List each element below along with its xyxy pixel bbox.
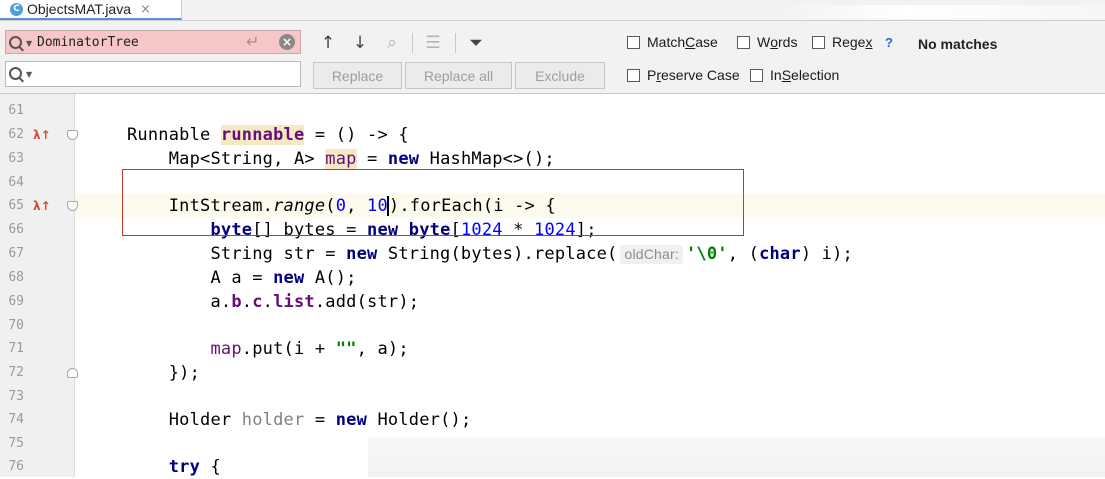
new-line-icon[interactable]: ↵ <box>246 32 259 51</box>
tab-title: ObjectsMAT.java <box>27 1 131 17</box>
clear-search-icon[interactable]: × <box>279 34 295 50</box>
line-number: 73 <box>8 389 24 404</box>
code-line[interactable]: 61 <box>0 99 1105 123</box>
exclude-button[interactable]: Exclude <box>515 62 605 89</box>
in-selection-checkbox[interactable] <box>750 68 763 82</box>
close-icon[interactable]: × <box>140 2 151 17</box>
annotation-highlight-box <box>122 169 744 236</box>
search-input[interactable] <box>37 33 237 51</box>
code-editor[interactable]: 61 62 λ↑ Runnable runnable = () -> { 63 … <box>0 94 1105 477</box>
line-number: 75 <box>8 436 24 451</box>
regex-help-icon[interactable]: ? <box>885 35 893 50</box>
line-number: 68 <box>8 270 24 285</box>
line-number: 76 <box>8 459 24 474</box>
code-line[interactable]: 71 map.put(i + "", a); <box>0 337 1105 361</box>
code-line[interactable]: 70 <box>0 314 1105 338</box>
blurred-watermark <box>775 5 1105 19</box>
code-line[interactable]: 62 λ↑ Runnable runnable = () -> { <box>0 123 1105 147</box>
java-class-icon: C <box>10 2 23 16</box>
chevron-down-icon: ▼ <box>26 38 33 48</box>
line-number: 64 <box>8 175 24 190</box>
editor-tab-bar: C ObjectsMAT.java × <box>0 0 1105 21</box>
code-text: }); <box>127 363 201 383</box>
search-status: No matches <box>918 36 998 52</box>
lambda-override-icon[interactable]: λ↑ <box>33 199 51 213</box>
words-option[interactable]: Wo rds <box>737 34 797 50</box>
preserve-case-option[interactable]: Pr eserve Case <box>627 67 740 83</box>
line-number: 70 <box>8 318 24 333</box>
line-number: 69 <box>8 294 24 309</box>
replace-history-icon[interactable]: ▼ <box>9 65 35 81</box>
line-number: 72 <box>8 365 24 380</box>
search-history-icon[interactable]: ▼ <box>9 34 35 50</box>
regex-option[interactable]: Rege x <box>812 34 872 50</box>
lambda-override-icon[interactable]: λ↑ <box>33 128 51 142</box>
find-replace-panel: ▼ ↵ × ▼ ↑ ↓ ⌕ ☰ ⏷ Replace Replace all Ex… <box>0 21 1105 94</box>
fold-end-icon[interactable] <box>67 368 78 378</box>
find-all-icon[interactable]: ⌕ <box>381 32 403 54</box>
replace-button[interactable]: Replace <box>313 62 402 89</box>
code-text: Runnable runnable = () -> { <box>127 125 409 145</box>
line-number: 65 <box>8 198 24 213</box>
line-number: 67 <box>8 246 24 261</box>
code-line[interactable]: 68 A a = new A(); <box>0 266 1105 290</box>
replace-input[interactable] <box>37 65 287 83</box>
code-line[interactable]: 72 }); <box>0 361 1105 385</box>
code-text: map.put(i + "", a); <box>210 339 409 359</box>
code-line[interactable]: 69 a.b.c.list.add(str); <box>0 290 1105 314</box>
filter-icon[interactable]: ⏷ <box>465 32 487 54</box>
select-all-occurrences-icon[interactable]: ☰ <box>422 32 444 54</box>
line-number: 61 <box>8 103 24 118</box>
line-number: 63 <box>8 151 24 166</box>
code-text: String str = new String(bytes).replace(o… <box>127 244 853 264</box>
fold-icon[interactable] <box>67 201 78 211</box>
fold-icon[interactable] <box>67 130 78 140</box>
in-selection-option[interactable]: In Selection <box>750 67 839 83</box>
code-line[interactable]: 74 Holder holder = new Holder(); <box>0 408 1105 432</box>
next-occurrence-icon[interactable]: ↓ <box>349 32 371 54</box>
line-number: 71 <box>8 341 24 356</box>
search-field[interactable]: ▼ ↵ × <box>5 30 301 54</box>
words-checkbox[interactable] <box>737 35 750 49</box>
preserve-case-checkbox[interactable] <box>627 68 640 82</box>
chevron-down-icon: ▼ <box>26 69 33 79</box>
magnifier-icon <box>9 35 22 49</box>
magnifier-icon <box>9 66 22 80</box>
match-case-option[interactable]: Match Case <box>627 34 718 50</box>
replace-all-button[interactable]: Replace all <box>405 62 512 89</box>
code-text: Holder holder = new Holder(); <box>127 410 472 430</box>
regex-checkbox[interactable] <box>812 35 825 49</box>
blurred-region <box>368 437 1105 477</box>
match-case-checkbox[interactable] <box>627 35 640 49</box>
line-number: 66 <box>8 222 24 237</box>
line-number: 74 <box>8 412 24 427</box>
parameter-hint: oldChar: <box>620 245 683 264</box>
code-text: try { <box>168 457 221 477</box>
tab-objectsmat-java[interactable]: C ObjectsMAT.java × <box>0 0 182 20</box>
code-text: a.b.c.list.add(str); <box>127 292 420 312</box>
line-number: 62 <box>8 127 24 142</box>
code-line[interactable]: 67 String str = new String(bytes).replac… <box>0 242 1105 266</box>
toolbar-divider <box>455 33 456 53</box>
replace-field[interactable]: ▼ <box>5 61 301 87</box>
code-text: Map<String, A> map = new HashMap<>(); <box>127 149 555 169</box>
code-text: A a = new A(); <box>127 268 357 288</box>
previous-occurrence-icon[interactable]: ↑ <box>317 32 339 54</box>
code-line[interactable]: 73 <box>0 385 1105 409</box>
toolbar-divider <box>412 33 413 53</box>
code-line[interactable]: 63 Map<String, A> map = new HashMap<>(); <box>0 147 1105 171</box>
